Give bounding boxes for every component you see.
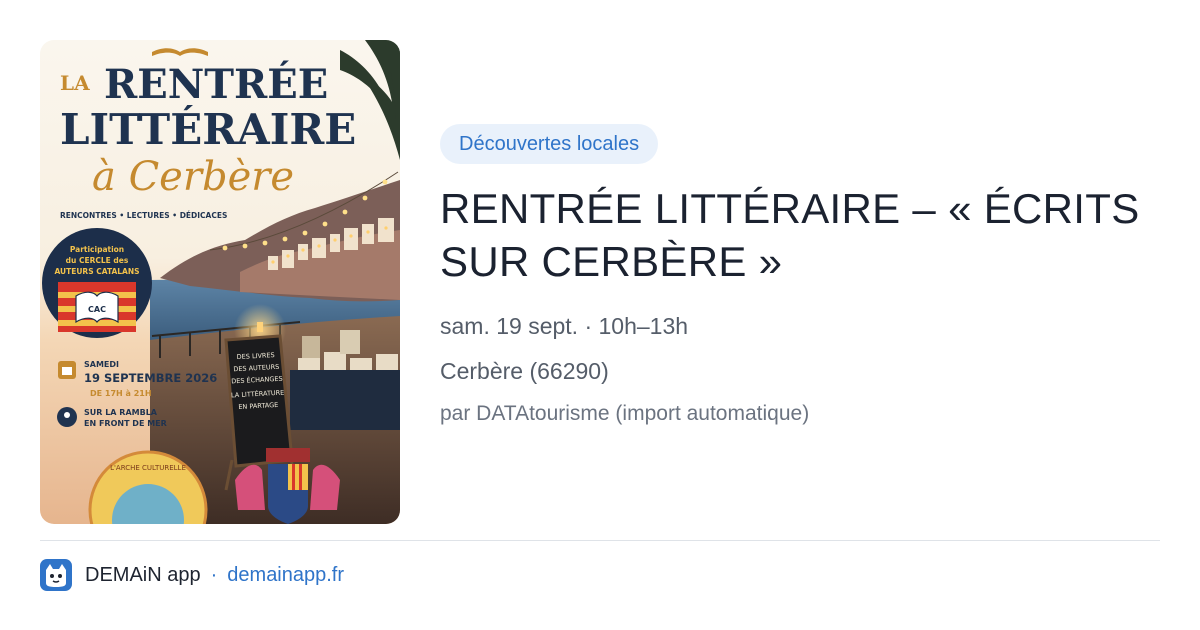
event-location: Cerbère (66290)	[440, 358, 609, 384]
event-date-time: sam. 19 sept. · 10h–13h	[440, 313, 689, 339]
calendar-icon	[58, 361, 76, 379]
poster-title-litteraire: LITTÉRAIRE	[60, 104, 356, 154]
app-name: DEMAiN app	[85, 563, 201, 586]
location-pin-icon	[57, 407, 77, 427]
svg-text:du CERCLE des: du CERCLE des	[66, 256, 129, 265]
poster-day: SAMEDI	[84, 360, 119, 369]
poster-hours: DE 17H à 21H	[90, 389, 152, 398]
footer-separator: ·	[210, 563, 218, 586]
svg-text:CAC: CAC	[88, 305, 106, 314]
event-poster-image[interactable]: DES LIVRES DES AUTEURS DES ÉCHANGES LA L…	[40, 40, 400, 524]
svg-text:AUTEURS CATALANS: AUTEURS CATALANS	[54, 267, 139, 276]
poster-date: 19 SEPTEMBRE 2026	[84, 371, 217, 385]
svg-text:Participation: Participation	[70, 245, 124, 254]
footer: DEMAiN app · demainapp.fr	[40, 558, 344, 592]
poster-title-rentree: RENTRÉE	[104, 61, 328, 108]
poster-subtitle: RENCONTRES • LECTURES • DÉDICACES	[60, 211, 227, 220]
event-title: RENTRÉE LITTÉRAIRE – « ÉCRITS SUR CERBÈR…	[440, 185, 1140, 285]
poster-place-line-2: EN FRONT DE MER	[84, 419, 167, 428]
app-domain-link[interactable]: demainapp.fr	[227, 564, 344, 587]
poster-title-script: à Cerbère	[92, 154, 294, 200]
footer-divider	[40, 540, 1160, 541]
poster-place-line-1: SUR LA RAMBLA	[84, 408, 158, 417]
poster-participation-badge: Participation du CERCLE des AUTEURS CATA…	[42, 228, 152, 338]
category-tag[interactable]: Découvertes locales	[440, 124, 659, 164]
poster-illustration: DES LIVRES DES AUTEURS DES ÉCHANGES LA L…	[40, 40, 400, 524]
svg-text:L'ARCHE CULTURELLE: L'ARCHE CULTURELLE	[110, 464, 186, 472]
poster-title-la: LA	[60, 71, 90, 95]
demain-app-icon	[40, 559, 72, 591]
event-source: par DATAtourisme (import automatique)	[440, 402, 810, 425]
